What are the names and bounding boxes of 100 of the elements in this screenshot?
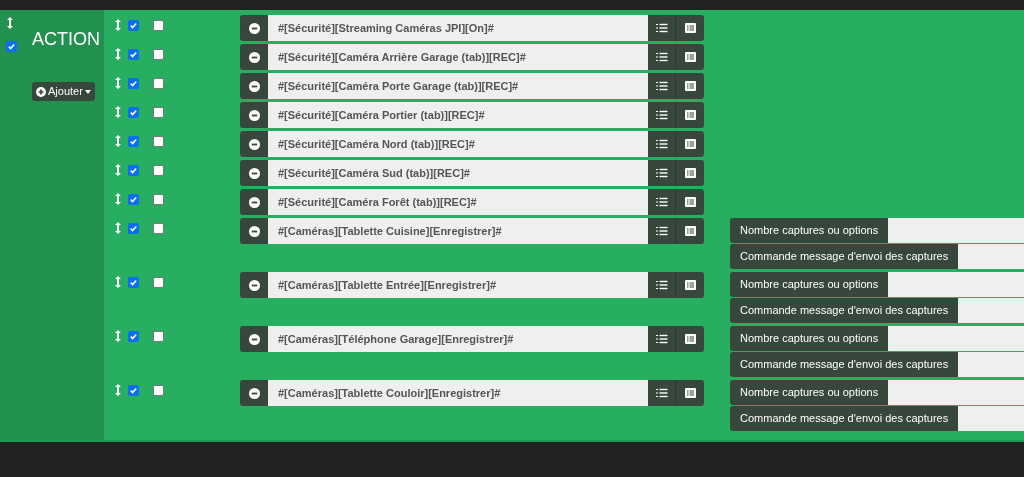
remove-button[interactable] bbox=[240, 15, 268, 41]
option-field[interactable] bbox=[888, 218, 1024, 243]
checkbox[interactable] bbox=[128, 384, 139, 396]
option-label: Nombre captures ou options bbox=[730, 218, 889, 243]
checkbox[interactable] bbox=[128, 106, 139, 118]
details-button[interactable] bbox=[676, 131, 704, 157]
option-label: Commande message d'envoi des captures bbox=[730, 298, 959, 323]
details-button[interactable] bbox=[676, 326, 704, 352]
details-button[interactable] bbox=[676, 15, 704, 41]
checkbox[interactable] bbox=[153, 276, 164, 288]
option-field[interactable] bbox=[958, 352, 1024, 377]
command-field[interactable]: #[Sécurité][Caméra Arrière Garage (tab)][REC]# bbox=[268, 44, 648, 70]
minus-circle-icon bbox=[248, 225, 260, 237]
select-command-button[interactable] bbox=[648, 73, 676, 99]
details-button[interactable] bbox=[676, 102, 704, 128]
select-command-button[interactable] bbox=[648, 218, 676, 244]
select-command-button[interactable] bbox=[648, 189, 676, 215]
details-button[interactable] bbox=[676, 73, 704, 99]
command-field[interactable]: #[Caméras][Tablette Cuisine][Enregistrer]# bbox=[268, 218, 648, 244]
drag-handle-icon[interactable] bbox=[6, 16, 14, 30]
command-field[interactable]: #[Sécurité][Caméra Forêt (tab)][REC]# bbox=[268, 189, 648, 215]
drag-handle-icon[interactable] bbox=[114, 163, 122, 177]
command-field[interactable]: #[Caméras][Tablette Entrée][Enregistrer]# bbox=[268, 272, 648, 298]
drag-handle-icon[interactable] bbox=[114, 383, 122, 397]
drag-handle-icon[interactable] bbox=[114, 329, 122, 343]
select-command-button[interactable] bbox=[648, 102, 676, 128]
checkbox[interactable] bbox=[153, 193, 164, 205]
remove-button[interactable] bbox=[240, 44, 268, 70]
drag-handle-icon[interactable] bbox=[114, 47, 122, 61]
option-field[interactable] bbox=[888, 272, 1024, 297]
checkbox[interactable] bbox=[128, 330, 139, 342]
command-field[interactable]: #[Sécurité][Caméra Nord (tab)][REC]# bbox=[268, 131, 648, 157]
option-field[interactable] bbox=[888, 326, 1024, 351]
remove-button[interactable] bbox=[240, 218, 268, 244]
details-button[interactable] bbox=[676, 160, 704, 186]
details-button[interactable] bbox=[676, 218, 704, 244]
remove-button[interactable] bbox=[240, 380, 268, 406]
checklist-icon bbox=[655, 388, 668, 398]
checkbox[interactable] bbox=[153, 106, 164, 118]
minus-circle-icon bbox=[248, 22, 260, 34]
list-box-icon bbox=[684, 197, 696, 207]
checklist-icon bbox=[655, 168, 668, 178]
select-command-button[interactable] bbox=[648, 160, 676, 186]
drag-handle-icon[interactable] bbox=[114, 134, 122, 148]
drag-handle-icon[interactable] bbox=[114, 105, 122, 119]
select-command-button[interactable] bbox=[648, 326, 676, 352]
details-button[interactable] bbox=[676, 44, 704, 70]
checkbox[interactable] bbox=[128, 164, 139, 176]
details-button[interactable] bbox=[676, 189, 704, 215]
checkbox[interactable] bbox=[128, 48, 139, 60]
command-field[interactable]: #[Caméras][Tablette Couloir][Enregistrer]# bbox=[268, 380, 648, 406]
list-box-icon bbox=[684, 226, 696, 236]
drag-handle-icon[interactable] bbox=[114, 192, 122, 206]
drag-handle-icon[interactable] bbox=[114, 76, 122, 90]
select-command-button[interactable] bbox=[648, 15, 676, 41]
add-button[interactable]: Ajouter bbox=[32, 82, 95, 101]
checkbox[interactable] bbox=[153, 164, 164, 176]
option-field[interactable] bbox=[958, 406, 1024, 431]
select-command-button[interactable] bbox=[648, 272, 676, 298]
command-field[interactable]: #[Sécurité][Caméra Sud (tab)][REC]# bbox=[268, 160, 648, 186]
minus-circle-icon bbox=[248, 167, 260, 179]
checkbox[interactable] bbox=[128, 135, 139, 147]
checkbox[interactable] bbox=[128, 222, 139, 234]
option-field[interactable] bbox=[958, 244, 1024, 269]
remove-button[interactable] bbox=[240, 326, 268, 352]
checkbox[interactable] bbox=[153, 48, 164, 60]
remove-button[interactable] bbox=[240, 189, 268, 215]
checkbox[interactable] bbox=[153, 77, 164, 89]
command-field[interactable]: #[Sécurité][Caméra Porte Garage (tab)][REC]# bbox=[268, 73, 648, 99]
checkbox[interactable] bbox=[128, 19, 139, 31]
checkbox[interactable] bbox=[128, 77, 139, 89]
remove-button[interactable] bbox=[240, 272, 268, 298]
checkbox[interactable] bbox=[153, 222, 164, 234]
details-button[interactable] bbox=[676, 272, 704, 298]
remove-button[interactable] bbox=[240, 102, 268, 128]
select-command-button[interactable] bbox=[648, 44, 676, 70]
checkbox[interactable] bbox=[6, 41, 17, 52]
drag-handle-icon[interactable] bbox=[114, 275, 122, 289]
checkbox[interactable] bbox=[153, 330, 164, 342]
details-button[interactable] bbox=[676, 380, 704, 406]
checkbox[interactable] bbox=[153, 135, 164, 147]
option-field[interactable] bbox=[958, 298, 1024, 323]
checkbox[interactable] bbox=[128, 193, 139, 205]
minus-circle-icon bbox=[248, 196, 260, 208]
list-box-icon bbox=[684, 334, 696, 344]
drag-handle-icon[interactable] bbox=[114, 18, 122, 32]
minus-circle-icon bbox=[248, 279, 260, 291]
command-field[interactable]: #[Caméras][Téléphone Garage][Enregistrer]# bbox=[268, 326, 648, 352]
remove-button[interactable] bbox=[240, 73, 268, 99]
drag-handle-icon[interactable] bbox=[114, 221, 122, 235]
checkbox[interactable] bbox=[128, 276, 139, 288]
checkbox[interactable] bbox=[153, 19, 164, 31]
option-field[interactable] bbox=[888, 380, 1024, 405]
select-command-button[interactable] bbox=[648, 380, 676, 406]
checkbox[interactable] bbox=[153, 384, 164, 396]
command-field[interactable]: #[Sécurité][Caméra Portier (tab)][REC]# bbox=[268, 102, 648, 128]
select-command-button[interactable] bbox=[648, 131, 676, 157]
remove-button[interactable] bbox=[240, 131, 268, 157]
remove-button[interactable] bbox=[240, 160, 268, 186]
command-field[interactable]: #[Sécurité][Streaming Caméras JPI][On]# bbox=[268, 15, 648, 41]
